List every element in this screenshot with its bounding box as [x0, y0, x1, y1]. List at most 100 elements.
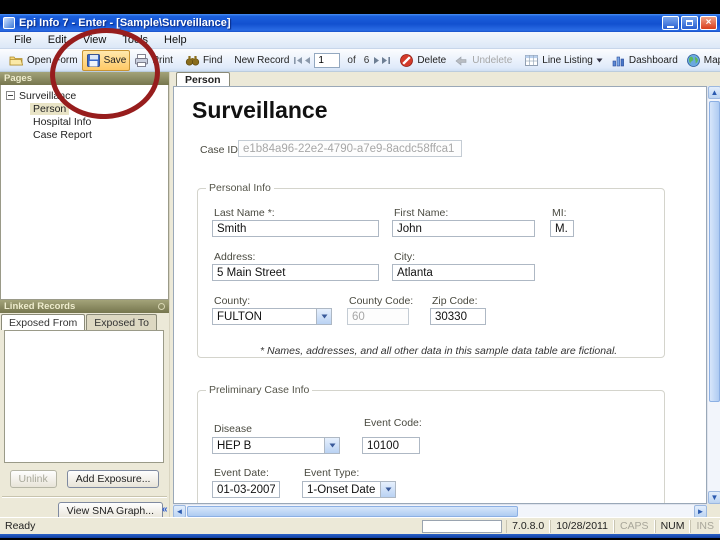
chevron-down-icon[interactable]	[380, 482, 395, 497]
last-name-field[interactable]	[212, 220, 379, 237]
scroll-left-icon: ◄	[176, 508, 184, 516]
county-label: County:	[214, 295, 250, 307]
mi-field[interactable]	[550, 220, 574, 237]
content-area: Pages Surveillance Person Hospital Info	[0, 72, 720, 517]
next-record-button[interactable]	[373, 54, 381, 67]
form-panel: Person Surveillance Case ID: Personal In…	[173, 72, 720, 517]
pin-icon[interactable]	[158, 303, 165, 310]
city-field[interactable]	[392, 264, 535, 281]
delete-button[interactable]: Delete	[395, 50, 450, 71]
form-title: Surveillance	[192, 97, 328, 124]
status-bar: Ready 7.0.8.0 10/28/2011 CAPS NUM INS	[0, 517, 720, 534]
horizontal-scroll-thumb[interactable]	[187, 506, 518, 517]
previous-record-button[interactable]	[303, 54, 311, 67]
menu-tools[interactable]: Tools	[114, 33, 156, 47]
map-button[interactable]: Map	[682, 50, 720, 71]
tree-node-case-report[interactable]: Case Report	[1, 128, 168, 141]
status-version: 7.0.8.0	[506, 520, 550, 533]
save-floppy-icon	[86, 53, 101, 68]
first-record-icon	[293, 56, 303, 65]
preliminary-case-info-legend: Preliminary Case Info	[206, 384, 312, 396]
line-listing-dropdown-icon	[596, 58, 603, 63]
menu-file[interactable]: File	[6, 33, 40, 47]
mi-label: MI:	[552, 207, 567, 219]
linked-records-header: Linked Records	[0, 300, 169, 313]
screen: Epi Info 7 - Enter - [Sample\Surveillanc…	[0, 0, 720, 540]
window-title: Epi Info 7 - Enter - [Sample\Surveillanc…	[19, 17, 662, 29]
event-type-dropdown[interactable]: 1-Onset Date	[302, 481, 396, 498]
vertical-scroll-thumb[interactable]	[709, 101, 720, 402]
menu-edit[interactable]: Edit	[40, 33, 75, 47]
zip-code-field[interactable]	[430, 308, 486, 325]
address-field[interactable]	[212, 264, 379, 281]
unlink-button[interactable]: Unlink	[10, 470, 57, 488]
minimize-button[interactable]	[662, 16, 679, 30]
collapse-sidebar-icon[interactable]: «	[162, 504, 168, 515]
menu-view[interactable]: View	[75, 33, 115, 47]
line-listing-button[interactable]: Line Listing	[520, 50, 607, 71]
first-name-field[interactable]	[392, 220, 535, 237]
save-button[interactable]: Save	[82, 50, 131, 71]
last-record-icon	[381, 56, 391, 65]
close-icon: ×	[706, 18, 712, 28]
pages-tree: Surveillance Person Hospital Info Case R…	[0, 85, 169, 300]
record-of-label: of	[343, 55, 359, 66]
menu-help[interactable]: Help	[156, 33, 195, 47]
personal-info-legend: Personal Info	[206, 182, 274, 194]
minimize-icon	[667, 26, 674, 28]
zip-code-label: Zip Code:	[432, 295, 478, 307]
record-total-label: 6	[360, 55, 374, 66]
linked-records-tabs: Exposed From Exposed To	[1, 313, 168, 330]
chevron-down-icon[interactable]	[316, 309, 331, 324]
tab-exposed-to[interactable]: Exposed To	[86, 314, 157, 330]
linked-records-list[interactable]	[4, 330, 164, 463]
first-record-button[interactable]	[293, 54, 303, 67]
status-message: Ready	[0, 520, 422, 532]
event-code-label: Event Code:	[364, 417, 422, 429]
last-record-button[interactable]	[381, 54, 391, 67]
undelete-button[interactable]: Undelete	[450, 50, 516, 71]
close-button[interactable]: ×	[700, 16, 717, 30]
personal-info-group: Personal Info Last Name *: First Name: M…	[197, 182, 665, 358]
event-code-field[interactable]	[362, 437, 420, 454]
chevron-down-icon[interactable]	[324, 438, 339, 453]
toolbar: Open Form Save Print Find New Record	[0, 49, 720, 72]
printer-icon	[134, 53, 149, 68]
dashboard-chart-icon	[611, 53, 626, 68]
county-dropdown[interactable]: FULTON	[212, 308, 332, 325]
tree-node-person[interactable]: Person	[1, 102, 168, 115]
tree-node-hospital-info[interactable]: Hospital Info	[1, 115, 168, 128]
vertical-scrollbar[interactable]: ▲ ▼	[707, 86, 720, 504]
open-folder-icon	[9, 53, 24, 68]
new-record-button[interactable]: New Record	[230, 52, 293, 69]
horizontal-scrollbar[interactable]: ◄ ►	[173, 504, 707, 517]
add-exposure-button[interactable]: Add Exposure...	[67, 470, 160, 488]
address-label: Address:	[214, 251, 255, 263]
find-button[interactable]: Find	[181, 50, 226, 71]
previous-record-icon	[303, 56, 311, 65]
form-page: Surveillance Case ID: Personal Info Last…	[173, 86, 707, 504]
preliminary-case-info-group: Preliminary Case Info Disease HEP B Even…	[197, 384, 665, 504]
tab-exposed-from[interactable]: Exposed From	[1, 314, 85, 330]
first-name-label: First Name:	[394, 207, 448, 219]
tab-person[interactable]: Person	[176, 72, 230, 87]
tree-node-surveillance[interactable]: Surveillance	[1, 89, 168, 102]
scroll-down-button[interactable]: ▼	[708, 491, 720, 504]
scroll-up-button[interactable]: ▲	[708, 86, 720, 99]
status-caps-indicator: CAPS	[614, 520, 655, 533]
dashboard-button[interactable]: Dashboard	[607, 50, 682, 71]
print-button[interactable]: Print	[130, 50, 177, 71]
scrollbar-corner	[707, 504, 720, 517]
window-bottom-border	[0, 534, 720, 538]
event-date-field[interactable]	[212, 481, 280, 498]
event-date-label: Event Date:	[214, 467, 269, 479]
county-code-field[interactable]	[347, 308, 409, 325]
record-number-input[interactable]	[314, 53, 340, 68]
open-form-button[interactable]: Open Form	[5, 50, 82, 71]
tree-collapse-icon[interactable]	[6, 91, 15, 100]
disease-label: Disease	[214, 423, 252, 435]
disease-dropdown[interactable]: HEP B	[212, 437, 340, 454]
case-id-field[interactable]	[238, 140, 462, 157]
next-record-icon	[373, 56, 381, 65]
restore-button[interactable]	[681, 16, 698, 30]
